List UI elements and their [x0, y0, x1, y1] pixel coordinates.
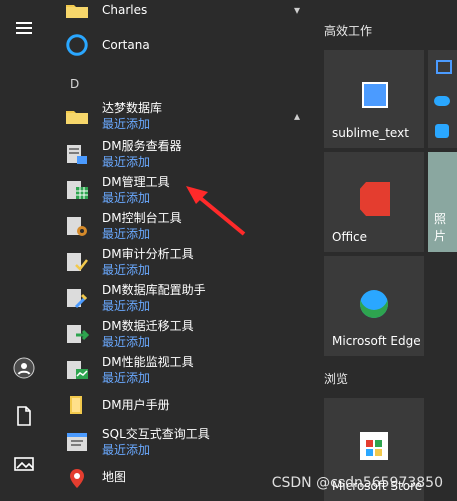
- tile-label: Office: [332, 230, 368, 244]
- server-service-icon: [62, 139, 92, 169]
- tiles-panel: 高效工作 sublime_text Office Microsoft Edge …: [310, 0, 457, 501]
- list-item-dm-audit-tool[interactable]: DM审计分析工具 最近添加: [62, 246, 310, 278]
- recently-added-label: 最近添加: [102, 263, 151, 277]
- monitor-icon: [62, 355, 92, 385]
- documents-icon[interactable]: [12, 404, 36, 428]
- book-icon: [62, 390, 92, 420]
- item-label: DM审计分析工具: [102, 247, 194, 261]
- tile-label: Microsoft Edge: [332, 334, 421, 348]
- item-label: 达梦数据库: [102, 101, 163, 115]
- list-item-dm-service-viewer[interactable]: DM服务查看器 最近添加: [62, 138, 310, 170]
- sublime-icon: [362, 82, 388, 108]
- pictures-icon[interactable]: [12, 452, 36, 476]
- recently-added-label: 最近添加: [102, 155, 151, 169]
- list-item-dm-user-manual[interactable]: DM用户手册: [62, 390, 310, 420]
- console-gear-icon: [62, 211, 92, 241]
- office-icon: [360, 182, 390, 216]
- recently-added-label: 最近添加: [102, 443, 151, 457]
- tile-photos[interactable]: 照片: [428, 152, 457, 252]
- edge-icon: [360, 290, 388, 318]
- tile-label: 照片: [434, 212, 447, 243]
- store-icon: [360, 432, 388, 460]
- chevron-up-icon[interactable]: ▴: [294, 109, 300, 123]
- config-icon: [62, 283, 92, 313]
- item-label: DM数据库配置助手: [102, 283, 206, 297]
- start-left-rail: [0, 0, 48, 501]
- recently-added-label: 最近添加: [102, 117, 151, 131]
- database-grid-icon: [62, 175, 92, 205]
- audit-icon: [62, 247, 92, 277]
- item-label: SQL交互式查询工具: [102, 427, 210, 441]
- item-label: 地图: [102, 470, 127, 484]
- tile-office[interactable]: Office: [324, 152, 424, 252]
- recently-added-label: 最近添加: [102, 335, 151, 349]
- recently-added-label: 最近添加: [102, 299, 151, 313]
- list-item-charles[interactable]: Charles ▾: [62, 0, 310, 25]
- item-label: Charles: [102, 3, 148, 17]
- tile-label: sublime_text: [332, 126, 409, 140]
- watermark: CSDN @csdn565973850: [271, 475, 443, 491]
- recently-added-label: 最近添加: [102, 191, 151, 205]
- app-list: Charles ▾ Cortana D 达梦数据库 最近添加 ▴ DM服务查看器…: [48, 0, 310, 501]
- tile-group-label: 高效工作: [324, 24, 373, 38]
- tile-sublime-text[interactable]: sublime_text: [324, 50, 424, 148]
- list-item-dm-performance-monitor[interactable]: DM性能监视工具 最近添加: [62, 354, 310, 386]
- item-label: DM用户手册: [102, 398, 170, 412]
- item-label: DM服务查看器: [102, 139, 182, 153]
- item-label: DM性能监视工具: [102, 355, 194, 369]
- chevron-down-icon[interactable]: ▾: [294, 3, 300, 17]
- skype-icon: [435, 124, 449, 138]
- migrate-icon: [62, 319, 92, 349]
- list-item-dameng-folder[interactable]: 达梦数据库 最近添加 ▴: [62, 100, 310, 132]
- sql-window-icon: [62, 427, 92, 457]
- folder-icon: [62, 0, 92, 25]
- hamburger-menu-icon[interactable]: [12, 16, 36, 40]
- item-label: DM数据迁移工具: [102, 319, 194, 333]
- recently-added-label: 最近添加: [102, 371, 151, 385]
- section-letter[interactable]: D: [70, 77, 79, 91]
- onedrive-icon: [434, 96, 450, 106]
- user-avatar-icon[interactable]: [12, 356, 36, 380]
- cortana-icon: [62, 30, 92, 60]
- list-item-dm-config-assistant[interactable]: DM数据库配置助手 最近添加: [62, 282, 310, 314]
- tile-microsoft-edge[interactable]: Microsoft Edge: [324, 256, 424, 356]
- annotation-arrow: [186, 186, 246, 236]
- tile-small-stack[interactable]: [428, 50, 457, 148]
- item-label: Cortana: [102, 38, 150, 52]
- map-pin-icon: [62, 462, 92, 492]
- list-item-cortana[interactable]: Cortana: [62, 30, 310, 60]
- item-label: DM管理工具: [102, 175, 170, 189]
- list-item-sql-query-tool[interactable]: SQL交互式查询工具 最近添加: [62, 426, 310, 458]
- tile-group-label: 浏览: [324, 372, 349, 386]
- small-app-icon: [436, 60, 452, 74]
- list-item-dm-migration-tool[interactable]: DM数据迁移工具 最近添加: [62, 318, 310, 350]
- folder-icon: [62, 101, 92, 131]
